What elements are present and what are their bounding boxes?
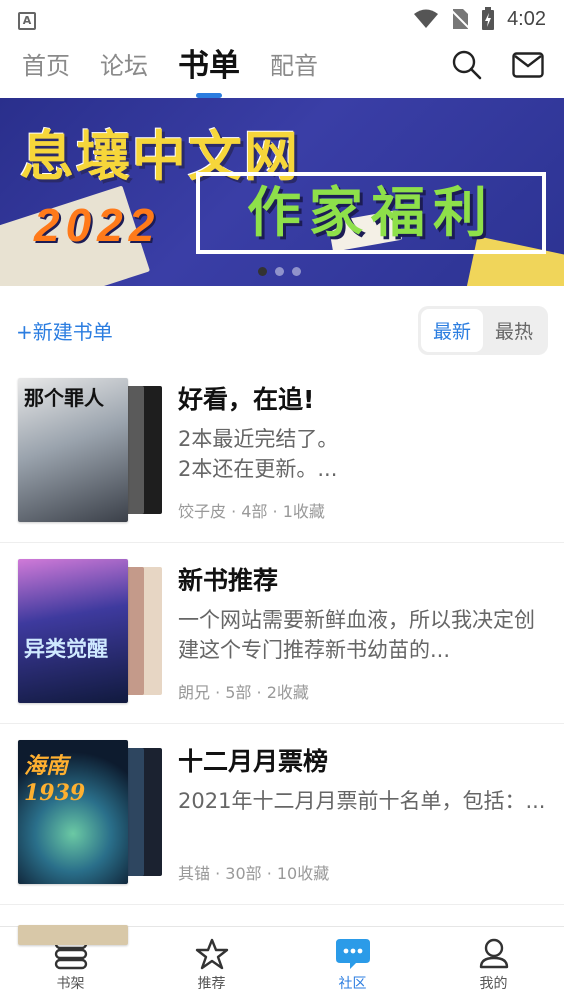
sort-newest-button[interactable]: 最新 xyxy=(420,308,483,352)
tab-home[interactable]: 首页 xyxy=(22,38,70,98)
list-title: 十二月月票榜 xyxy=(178,747,329,776)
carousel-dots xyxy=(258,267,301,276)
book-cover: 海南1939 xyxy=(18,740,128,884)
carousel-dot[interactable] xyxy=(258,267,267,276)
tab-booklists[interactable]: 书单 xyxy=(178,38,240,98)
list-description: 2021年十二月月票前十名单，包括：... xyxy=(178,789,546,813)
top-tab-bar: 首页 论坛 书单 配音 xyxy=(0,38,564,98)
status-bar: A 4:02 xyxy=(0,0,564,38)
clock: 4:02 xyxy=(507,7,546,30)
booklist-list: 那个罪人 好看，在追! 2本最近完结了。 2本还在更新。... 饺子皮 · 4部… xyxy=(0,362,564,945)
book-cover: 异类觉醒 xyxy=(18,559,128,703)
new-booklist-button[interactable]: +新建书单 xyxy=(16,316,113,345)
list-header: +新建书单 最新 最热 xyxy=(0,300,564,360)
search-icon[interactable] xyxy=(452,50,482,80)
nav-community[interactable]: 社区 xyxy=(282,927,423,1002)
person-icon xyxy=(479,938,508,968)
list-meta: 朗兄 · 5部 · 2收藏 xyxy=(178,683,309,702)
list-title: 好看，在追! xyxy=(178,385,315,414)
cover-title: 那个罪人 xyxy=(24,386,104,410)
cover-stack: 异类觉醒 xyxy=(18,559,162,703)
nav-label: 书架 xyxy=(56,975,85,992)
list-item[interactable]: 异类觉醒 新书推荐 一个网站需要新鲜血液，所以我决定创建这个专门推荐新书幼苗的.… xyxy=(0,543,564,724)
list-meta: 其锚 · 30部 · 10收藏 xyxy=(178,864,330,883)
nav-label: 推荐 xyxy=(197,975,226,992)
cover-title: 海南1939 xyxy=(24,753,86,806)
promo-banner[interactable]: 息壤中文网 2022 作家福利 xyxy=(0,98,564,286)
sort-toggle: 最新 最热 xyxy=(417,305,548,355)
mail-icon[interactable] xyxy=(512,52,544,78)
book-cover: 那个罪人 xyxy=(18,378,128,522)
list-title: 新书推荐 xyxy=(178,566,279,595)
book-cover xyxy=(18,925,128,945)
tab-forum[interactable]: 论坛 xyxy=(100,38,148,98)
nav-label: 我的 xyxy=(479,975,508,992)
list-item[interactable]: 海南1939 十二月月票榜 2021年十二月月票前十名单，包括：... 其锚 ·… xyxy=(0,724,564,905)
cover-stack: 那个罪人 xyxy=(18,378,162,522)
carousel-dot[interactable] xyxy=(292,267,301,276)
no-sim-icon xyxy=(451,9,470,29)
tab-dubbing[interactable]: 配音 xyxy=(270,38,318,98)
list-meta: 饺子皮 · 4部 · 1收藏 xyxy=(178,502,325,521)
banner-year: 2022 xyxy=(34,199,161,251)
list-description: 一个网站需要新鲜血液，所以我决定创建这个专门推荐新书幼苗的... xyxy=(178,608,535,662)
star-icon xyxy=(195,938,228,969)
nav-label: 社区 xyxy=(338,975,367,992)
chat-bubble-icon xyxy=(335,938,370,969)
nav-recommend[interactable]: 推荐 xyxy=(141,927,282,1002)
sort-hottest-button[interactable]: 最热 xyxy=(483,309,545,352)
nav-profile[interactable]: 我的 xyxy=(423,927,564,1002)
list-description: 2本最近完结了。 2本还在更新。... xyxy=(178,427,339,481)
cover-title: 异类觉醒 xyxy=(24,636,108,661)
battery-charging-icon xyxy=(482,7,495,30)
cover-stack: 海南1939 xyxy=(18,740,162,884)
carousel-dot[interactable] xyxy=(275,267,284,276)
app-notification-icon: A xyxy=(18,11,36,30)
wifi-icon xyxy=(414,9,439,28)
banner-subtitle: 作家福利 xyxy=(196,172,546,254)
list-item[interactable]: 那个罪人 好看，在追! 2本最近完结了。 2本还在更新。... 饺子皮 · 4部… xyxy=(0,362,564,543)
